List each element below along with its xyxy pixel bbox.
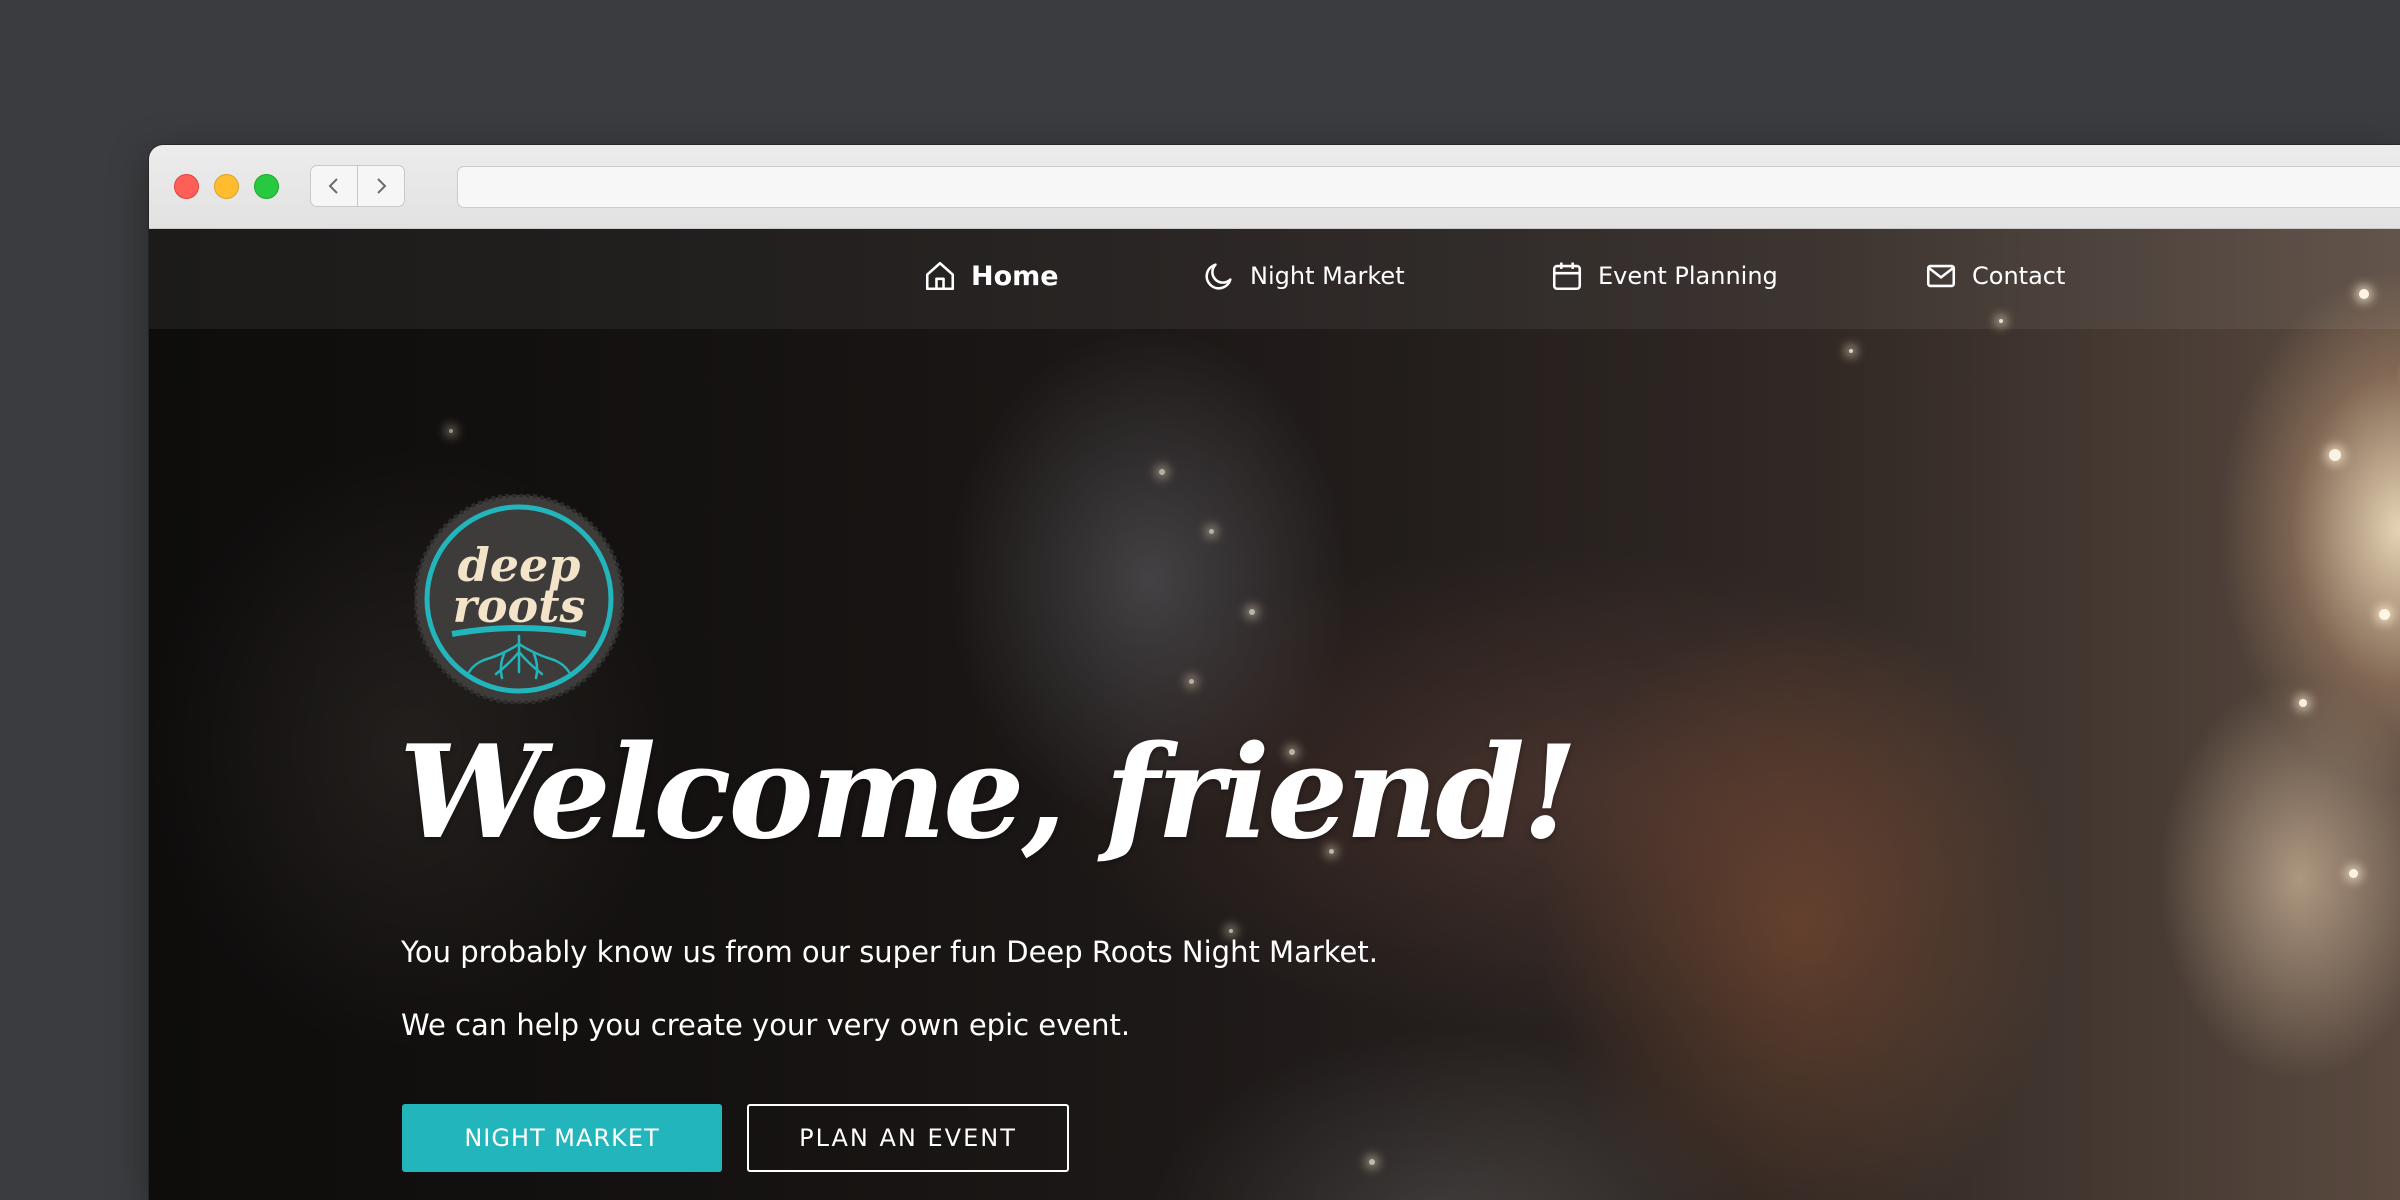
address-bar[interactable] [457,166,2400,208]
home-icon [925,261,955,291]
nav-item-label: Home [971,260,1059,292]
hero-tagline-text: We can help you create your very own epi… [401,1008,1131,1042]
moon-icon [1205,263,1232,290]
nav-item-event-planning[interactable]: Event Planning [1550,259,1778,293]
browser-window: Home Night Market Event Planning Contact… [149,145,2400,1200]
nav-item-label: Event Planning [1598,262,1778,290]
deep-roots-logo[interactable]: deep roots [413,493,625,705]
chevron-right-icon [377,178,387,194]
nav-item-home[interactable]: Home [923,259,1059,293]
nav-item-label: Contact [1972,262,2066,290]
chevron-left-icon [328,178,338,194]
maximize-window-button[interactable] [254,174,279,199]
plan-an-event-button[interactable]: PLAN AN EVENT [747,1104,1069,1172]
envelope-icon [1926,264,1956,288]
hero-intro-text: You probably know us from our super fun … [401,935,1378,969]
close-window-button[interactable] [174,174,199,199]
logo-text-roots: roots [453,579,586,633]
forward-button[interactable] [357,165,405,207]
logo-badge: deep roots [413,493,625,705]
nav-item-contact[interactable]: Contact [1924,259,2065,293]
web-page: Home Night Market Event Planning Contact… [149,229,2400,1200]
nav-item-label: Night Market [1250,262,1405,290]
calendar-icon [1552,262,1582,291]
hero-title: Welcome, friend! [399,718,1578,868]
browser-titlebar [149,145,2400,229]
minimize-window-button[interactable] [214,174,239,199]
nav-item-night-market[interactable]: Night Market [1202,259,1405,293]
site-navigation: Home Night Market Event Planning Contact [149,229,2400,329]
back-button[interactable] [310,165,358,207]
hero-overlay [149,229,2400,1200]
desktop: Home Night Market Event Planning Contact… [0,0,2400,1200]
night-market-button[interactable]: NIGHT MARKET [402,1104,722,1172]
